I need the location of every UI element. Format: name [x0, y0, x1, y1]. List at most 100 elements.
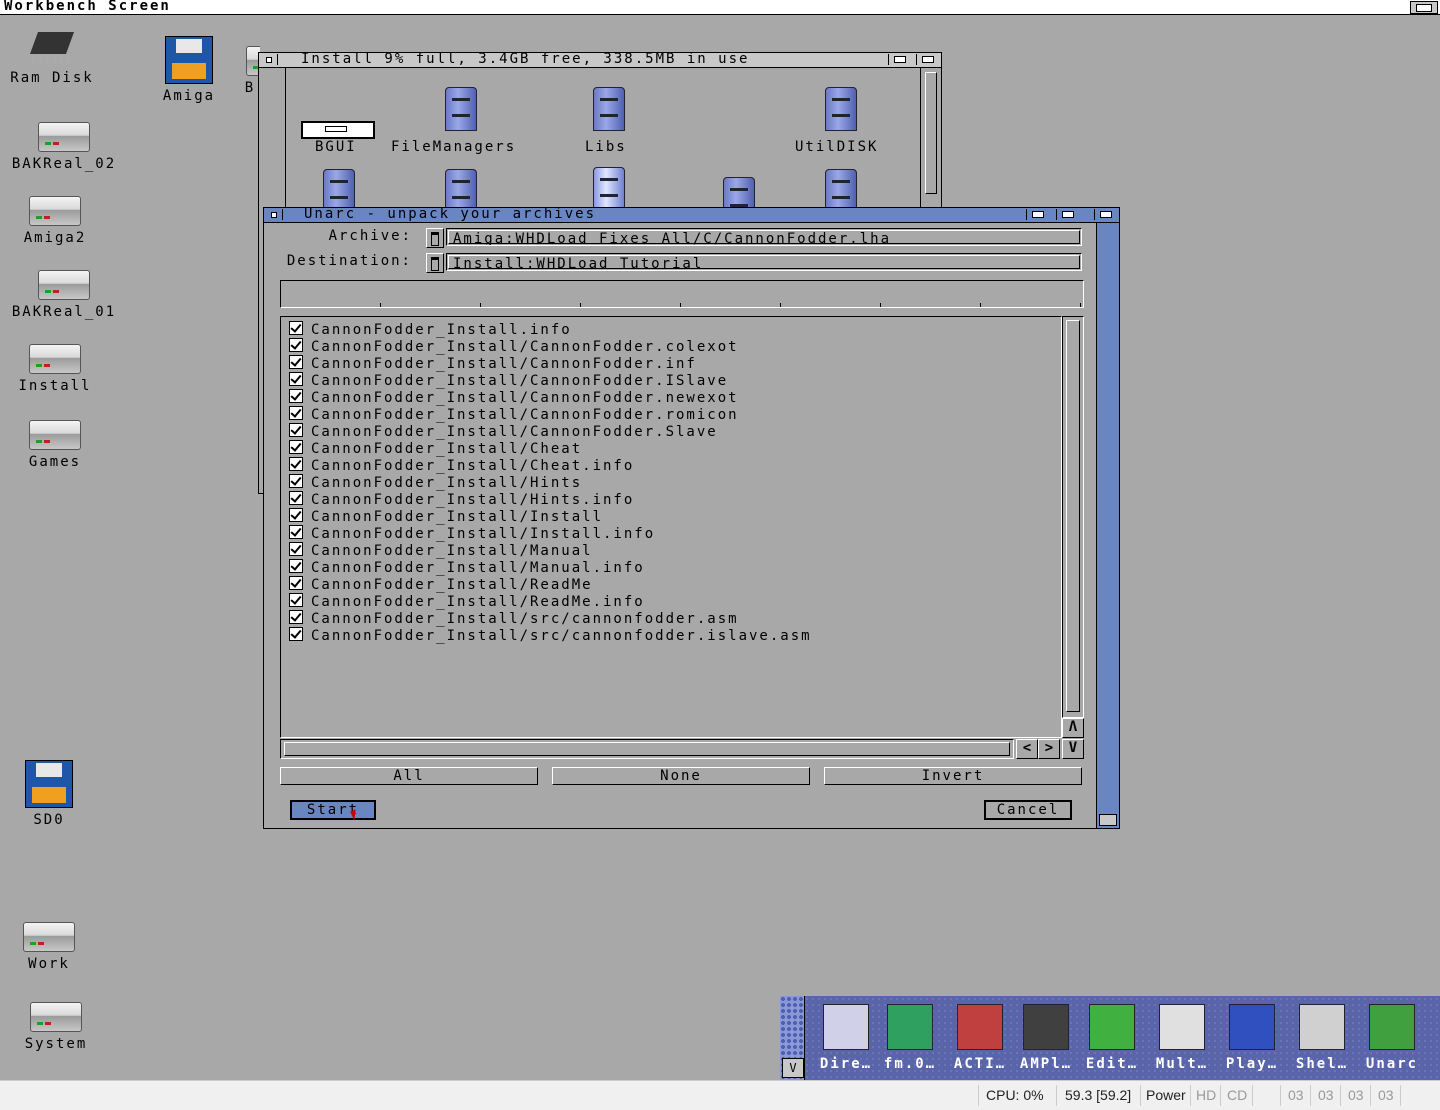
drawer-icon[interactable] [589, 81, 627, 131]
invert-selection-button[interactable]: Invert [824, 767, 1082, 785]
iconify-gadget-icon[interactable] [1026, 209, 1049, 220]
list-item[interactable]: CannonFodder_Install/CannonFodder.romico… [289, 406, 739, 423]
drawer-icon[interactable] [589, 161, 627, 211]
checkbox-checked-icon[interactable] [289, 559, 303, 573]
checkbox-checked-icon[interactable] [289, 372, 303, 386]
drawer-icon[interactable] [441, 81, 479, 131]
desktop-icon-system[interactable]: System [14, 1002, 98, 1052]
close-gadget-icon[interactable] [261, 54, 278, 65]
install-item-libs[interactable]: Libs [585, 139, 627, 155]
desktop-icon-partial[interactable]: B [240, 46, 260, 96]
bgui-icon[interactable] [301, 121, 375, 139]
cancel-button[interactable]: Cancel [984, 800, 1072, 820]
install-item-bgui[interactable]: BGUI [315, 139, 357, 155]
checkbox-checked-icon[interactable] [289, 423, 303, 437]
checkbox-checked-icon[interactable] [289, 474, 303, 488]
list-item[interactable]: CannonFodder_Install/Install.info [289, 525, 655, 542]
list-item[interactable]: CannonFodder_Install/Manual.info [289, 559, 645, 576]
desktop-icon-bakreal-01[interactable]: BAKReal_01 [4, 270, 124, 320]
checkbox-checked-icon[interactable] [289, 355, 303, 369]
screen-title-bar[interactable]: Workbench Screen [0, 0, 1440, 15]
checkbox-checked-icon[interactable] [289, 508, 303, 522]
select-all-button[interactable]: All [280, 767, 538, 785]
checkbox-checked-icon[interactable] [289, 406, 303, 420]
list-item[interactable]: CannonFodder_Install/src/cannonfodder.as… [289, 610, 739, 627]
list-item[interactable]: CannonFodder_Install/CannonFodder.colexo… [289, 338, 739, 355]
install-item-utildisk[interactable]: UtilDISK [795, 139, 878, 155]
depth-gadget-icon[interactable] [1094, 209, 1117, 220]
dock-down-arrow-icon[interactable]: V [782, 1058, 804, 1078]
close-gadget-icon[interactable] [266, 209, 283, 220]
list-item[interactable]: CannonFodder_Install/CannonFodder.newexo… [289, 389, 739, 406]
checkbox-checked-icon[interactable] [289, 321, 303, 335]
checkbox-checked-icon[interactable] [289, 457, 303, 471]
unarc-window-titlebar[interactable]: Unarc - unpack your archives [264, 206, 1119, 223]
drawer-icon[interactable] [441, 163, 479, 213]
scroll-down-button[interactable]: V [1062, 739, 1084, 759]
drawer-icon[interactable] [821, 163, 859, 213]
list-item[interactable]: CannonFodder_Install/Cheat.info [289, 457, 634, 474]
drawer-icon[interactable] [319, 163, 357, 213]
checkbox-checked-icon[interactable] [289, 525, 303, 539]
list-item[interactable]: CannonFodder_Install/Manual [289, 542, 593, 559]
desktop-icon-amiga2[interactable]: Amiga2 [14, 196, 96, 246]
checkbox-checked-icon[interactable] [289, 593, 303, 607]
checkbox-checked-icon[interactable] [289, 389, 303, 403]
dock-handle[interactable]: V [780, 996, 805, 1080]
desktop-icon-games[interactable]: Games [14, 420, 96, 470]
dock-item-edit[interactable]: Edit… [1082, 1000, 1142, 1078]
drawer-icon[interactable] [821, 81, 859, 131]
list-item[interactable]: CannonFodder_Install/ReadMe [289, 576, 593, 593]
destination-field[interactable]: Install:WHDLoad_Tutorial [446, 253, 1082, 271]
dock-bar[interactable]: V Dire… fm.0… ACTI… AMPl… Edit… Mult… Play… She… [780, 996, 1440, 1080]
checkbox-checked-icon[interactable] [289, 610, 303, 624]
zoom-gadget-icon[interactable] [888, 54, 911, 65]
unarc-window[interactable]: Unarc - unpack your archives Archive: Am… [263, 206, 1120, 829]
select-none-button[interactable]: None [552, 767, 810, 785]
list-item[interactable]: CannonFodder_Install/Cheat [289, 440, 582, 457]
list-item[interactable]: CannonFodder_Install/src/cannonfodder.is… [289, 627, 812, 644]
depth-gadget-icon[interactable] [916, 54, 939, 65]
list-item[interactable]: CannonFodder_Install/CannonFodder.Slave [289, 423, 718, 440]
desktop-icon-install[interactable]: Install [10, 344, 100, 394]
dock-item-fm[interactable]: fm.0… [880, 1000, 940, 1078]
zoom-gadget-icon[interactable] [1056, 209, 1079, 220]
checkbox-checked-icon[interactable] [289, 491, 303, 505]
start-button[interactable]: Start [290, 800, 376, 820]
list-item[interactable]: CannonFodder_Install/CannonFodder.ISlave [289, 372, 728, 389]
screen-depth-gadget[interactable] [1410, 1, 1438, 14]
dock-item-unarc[interactable]: Unarc [1362, 1000, 1422, 1078]
desktop-icon-amiga[interactable]: Amiga [150, 36, 228, 104]
dock-item-ampl[interactable]: AMPl… [1016, 1000, 1076, 1078]
dock-item-dire[interactable]: Dire… [816, 1000, 876, 1078]
checkbox-checked-icon[interactable] [289, 627, 303, 641]
archive-field[interactable]: Amiga:WHDLoad_Fixes_All/C/CannonFodder.l… [446, 228, 1082, 246]
file-list[interactable]: CannonFodder_Install.info CannonFodder_In… [280, 316, 1062, 738]
checkbox-checked-icon[interactable] [289, 440, 303, 454]
file-list-horizontal-scrollbar[interactable] [280, 739, 1014, 759]
list-item[interactable]: CannonFodder_Install/Hints [289, 474, 582, 491]
install-window-titlebar[interactable]: Install 9% full, 3.4GB free, 338.5MB in … [259, 51, 941, 68]
destination-drawer-picker-icon[interactable] [426, 253, 444, 273]
desktop-icon-ram-disk[interactable]: Ram Disk [4, 28, 100, 86]
install-item-filemanagers[interactable]: FileManagers [391, 139, 516, 155]
dock-item-play[interactable]: Play… [1222, 1000, 1282, 1078]
checkbox-checked-icon[interactable] [289, 338, 303, 352]
scroll-left-button[interactable]: < [1016, 739, 1038, 759]
size-gadget-icon[interactable] [1099, 814, 1117, 826]
dock-item-shel[interactable]: Shel… [1292, 1000, 1352, 1078]
list-item[interactable]: CannonFodder_Install.info [289, 321, 572, 338]
list-item[interactable]: CannonFodder_Install/CannonFodder.inf [289, 355, 697, 372]
scroll-up-button[interactable]: Λ [1062, 718, 1084, 738]
desktop-icon-bakreal-02[interactable]: BAKReal_02 [4, 122, 124, 172]
list-item[interactable]: CannonFodder_Install/ReadMe.info [289, 593, 645, 610]
list-item[interactable]: CannonFodder_Install/Hints.info [289, 491, 634, 508]
scroll-right-button[interactable]: > [1038, 739, 1060, 759]
checkbox-checked-icon[interactable] [289, 542, 303, 556]
file-list-vertical-scrollbar[interactable] [1062, 316, 1084, 718]
desktop-icon-sd0[interactable]: SD0 [14, 760, 84, 828]
archive-file-picker-icon[interactable] [426, 228, 444, 248]
desktop-icon-work[interactable]: Work [14, 922, 84, 972]
dock-item-acti[interactable]: ACTI… [950, 1000, 1010, 1078]
dock-item-mult[interactable]: Mult… [1152, 1000, 1212, 1078]
